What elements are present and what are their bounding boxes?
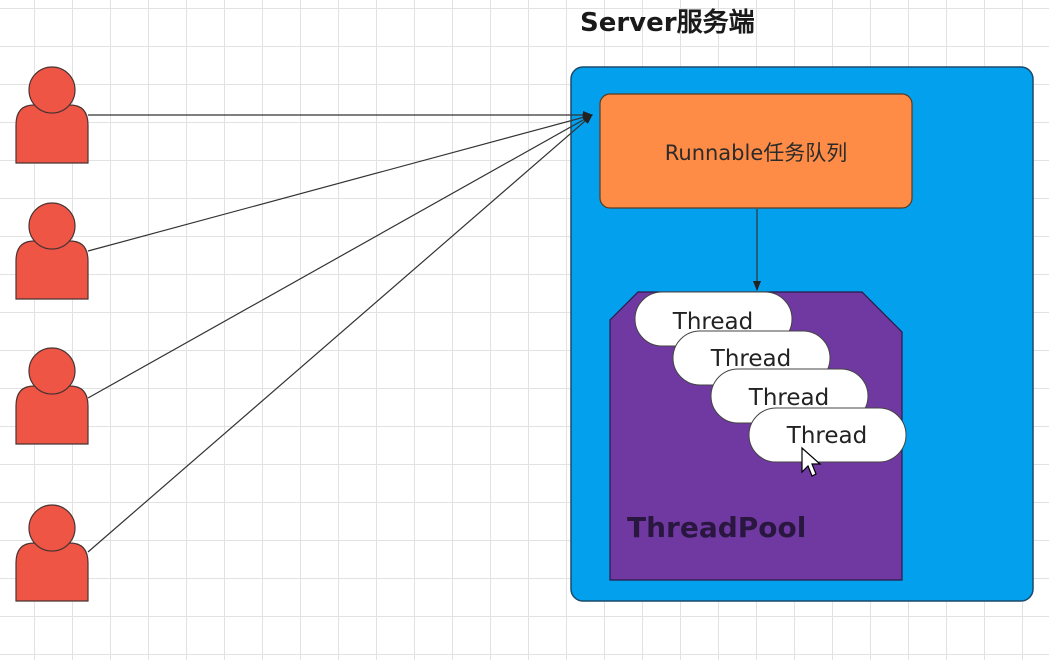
thread-pool-label: ThreadPool — [627, 511, 806, 544]
thread-item-4[interactable]: Thread — [748, 407, 907, 463]
thread-label: Thread — [748, 385, 829, 411]
user-body — [15, 385, 89, 445]
user-icon[interactable] — [15, 504, 89, 602]
user-body — [15, 542, 89, 602]
user-head — [28, 202, 76, 250]
architecture-diagram: Server服务端 Runnable任务队列 Thread Thread Thr… — [15, 8, 1034, 602]
user-head — [28, 347, 76, 395]
client-request-arrow-3[interactable] — [87, 114, 593, 399]
client-request-arrow-4[interactable] — [87, 114, 593, 553]
user-icon[interactable] — [15, 347, 89, 445]
client-request-arrow-2[interactable] — [87, 113, 593, 252]
diagram-canvas: Server服务端 Runnable任务队列 Thread Thread Thr… — [0, 0, 1049, 660]
user-icon[interactable] — [15, 66, 89, 164]
user-head — [28, 66, 76, 114]
runnable-task-queue-label: Runnable任务队列 — [665, 141, 848, 165]
user-head — [28, 504, 76, 552]
thread-label: Thread — [786, 423, 867, 449]
server-title: Server服务端 — [580, 8, 755, 38]
user-body — [15, 104, 89, 164]
user-body — [15, 240, 89, 300]
user-icon[interactable] — [15, 202, 89, 300]
thread-label: Thread — [710, 346, 791, 372]
